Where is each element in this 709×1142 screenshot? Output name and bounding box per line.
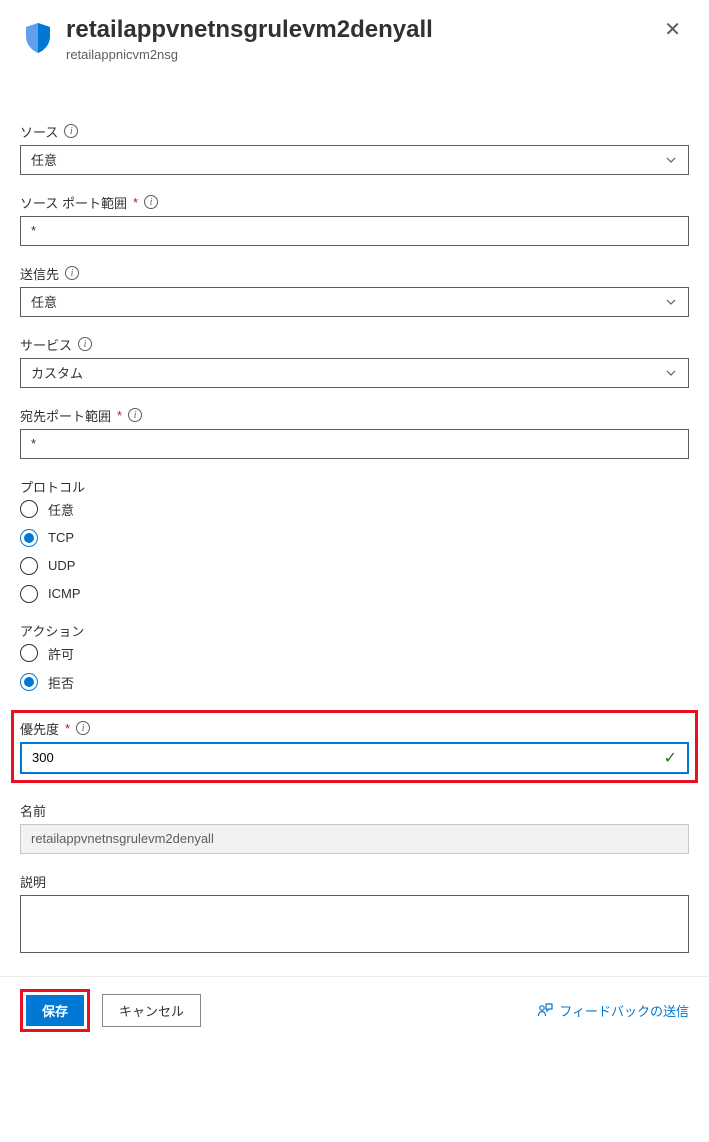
source-port-input[interactable] xyxy=(20,216,689,246)
dest-port-label: 宛先ポート範囲 xyxy=(20,406,111,425)
footer-bar: 保存 キャンセル フィードバックの送信 xyxy=(0,976,709,1044)
info-icon[interactable]: i xyxy=(65,266,79,280)
protocol-radio-icmp[interactable]: ICMP xyxy=(20,585,689,603)
person-feedback-icon xyxy=(537,1002,553,1018)
info-icon[interactable]: i xyxy=(78,337,92,351)
chevron-down-icon xyxy=(664,295,678,309)
action-group: 許可 拒否 xyxy=(20,644,689,692)
name-label: 名前 xyxy=(20,801,46,820)
page-title: retailappvnetnsgrulevm2denyall xyxy=(66,16,656,45)
priority-label: 優先度 xyxy=(20,719,59,738)
service-select[interactable]: カスタム xyxy=(20,358,689,388)
close-button[interactable]: ✕ xyxy=(656,16,689,44)
feedback-link[interactable]: フィードバックの送信 xyxy=(537,1001,689,1020)
chevron-down-icon xyxy=(664,153,678,167)
save-button[interactable]: 保存 xyxy=(26,995,84,1026)
info-icon[interactable]: i xyxy=(64,124,78,138)
checkmark-icon: ✓ xyxy=(654,748,687,768)
form-area: ソース i 任意 ソース ポート範囲 * i 送信先 i 任意 サービス i xyxy=(0,102,709,956)
protocol-group: 任意 TCP UDP ICMP xyxy=(20,500,689,603)
info-icon[interactable]: i xyxy=(76,721,90,735)
destination-label: 送信先 xyxy=(20,264,59,283)
action-radio-allow[interactable]: 許可 xyxy=(20,644,689,663)
source-port-label: ソース ポート範囲 xyxy=(20,193,127,212)
service-label: サービス xyxy=(20,335,72,354)
protocol-radio-udp[interactable]: UDP xyxy=(20,557,689,575)
action-label: アクション xyxy=(20,621,84,640)
required-mark: * xyxy=(65,721,70,736)
priority-input[interactable] xyxy=(22,744,654,772)
cancel-button[interactable]: キャンセル xyxy=(102,994,201,1027)
protocol-label: プロトコル xyxy=(20,477,85,496)
info-icon[interactable]: i xyxy=(144,195,158,209)
dest-port-input[interactable] xyxy=(20,429,689,459)
save-highlight: 保存 xyxy=(20,989,90,1032)
protocol-radio-any[interactable]: 任意 xyxy=(20,500,689,519)
source-label: ソース xyxy=(20,122,58,141)
required-mark: * xyxy=(117,408,122,423)
priority-highlight: 優先度 * i ✓ xyxy=(11,710,698,783)
panel-header: retailappvnetnsgrulevm2denyall retailapp… xyxy=(0,0,709,62)
priority-input-wrap: ✓ xyxy=(20,742,689,774)
info-icon[interactable]: i xyxy=(128,408,142,422)
chevron-down-icon xyxy=(664,366,678,380)
description-textarea[interactable] xyxy=(20,895,689,953)
action-radio-deny[interactable]: 拒否 xyxy=(20,673,689,692)
shield-icon xyxy=(20,20,56,56)
source-select[interactable]: 任意 xyxy=(20,145,689,175)
required-mark: * xyxy=(133,195,138,210)
description-label: 説明 xyxy=(20,872,46,891)
protocol-radio-tcp[interactable]: TCP xyxy=(20,529,689,547)
name-input xyxy=(20,824,689,854)
destination-select[interactable]: 任意 xyxy=(20,287,689,317)
page-subtitle: retailappnicvm2nsg xyxy=(66,47,656,62)
